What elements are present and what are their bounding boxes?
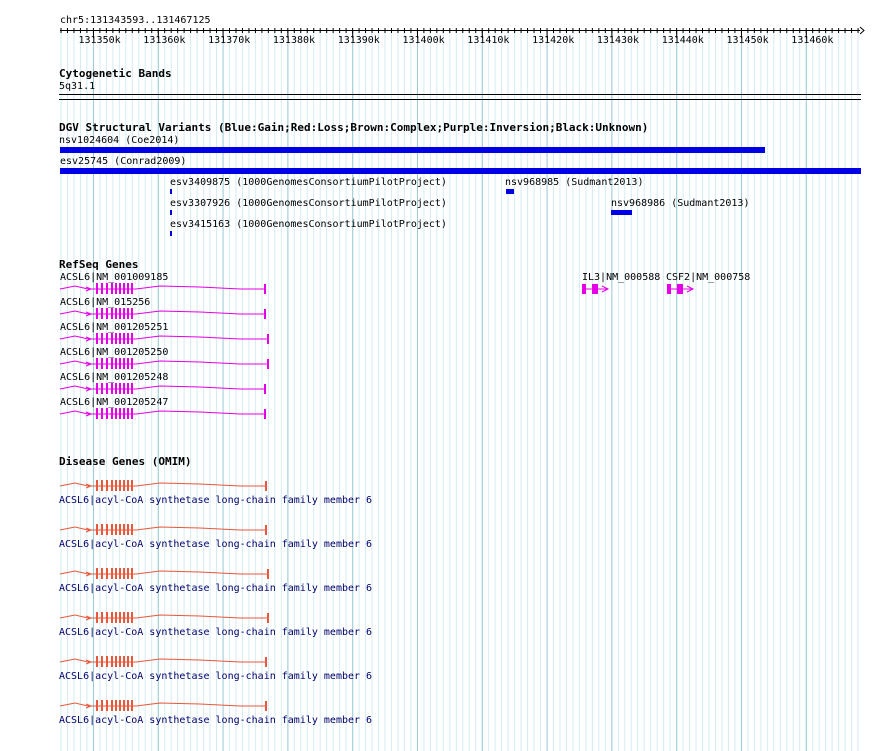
ruler-tick-label: 131390k (337, 35, 380, 46)
ruler-tick-label: 131400k (402, 35, 445, 46)
omim-label[interactable]: ACSL6|acyl-CoA synthetase long-chain fam… (59, 671, 372, 682)
variant-bar[interactable] (60, 147, 765, 153)
ruler-tick-label: 131370k (208, 35, 251, 46)
variant-label[interactable]: nsv968986 (Sudmant2013) (611, 198, 749, 209)
ruler-tick-label: 131440k (661, 35, 704, 46)
omim-label[interactable]: ACSL6|acyl-CoA synthetase long-chain fam… (59, 539, 372, 550)
variant-label[interactable]: esv3409875 (1000GenomesConsortiumPilotPr… (170, 177, 447, 188)
cytoband-ideogram-bottom (59, 99, 861, 100)
omim-label[interactable]: ACSL6|acyl-CoA synthetase long-chain fam… (59, 715, 372, 726)
ruler-tick-label: 131460k (791, 35, 834, 46)
variant-bar[interactable] (170, 231, 172, 236)
variant-label[interactable]: nsv1024604 (Coe2014) (59, 135, 179, 146)
variant-label[interactable]: esv25745 (Conrad2009) (60, 156, 186, 167)
variant-label[interactable]: esv3307926 (1000GenomesConsortiumPilotPr… (170, 198, 447, 209)
ruler-tick-label: 131410k (467, 35, 510, 46)
omim-label[interactable]: ACSL6|acyl-CoA synthetase long-chain fam… (59, 627, 372, 638)
variant-bar[interactable] (170, 210, 172, 215)
ruler-tick-label: 131430k (596, 35, 640, 46)
ruler-tick-label: 131350k (78, 35, 121, 46)
omim-track-title: Disease Genes (OMIM) (59, 455, 192, 468)
gene-label[interactable]: ACSL6|NM_001205248 (60, 372, 168, 383)
variant-bar[interactable] (60, 168, 861, 174)
ruler-tick-label: 131380k (272, 35, 316, 46)
variant-label[interactable]: nsv968985 (Sudmant2013) (505, 177, 643, 188)
ruler-tick-label: 131360k (143, 35, 186, 46)
variant-bar[interactable] (506, 189, 514, 194)
gene-label[interactable]: ACSL6|NM_001205250 (60, 347, 168, 358)
gene-label[interactable]: ACSL6|NM_001205251 (60, 322, 168, 333)
cytoband-ideogram-top (59, 94, 861, 95)
gene-label[interactable]: ACSL6|NM_015256 (60, 297, 150, 308)
omim-label[interactable]: ACSL6|acyl-CoA synthetase long-chain fam… (59, 583, 372, 594)
gene-label[interactable]: ACSL6|NM_001205247 (60, 397, 168, 408)
omim-label[interactable]: ACSL6|acyl-CoA synthetase long-chain fam… (59, 495, 372, 506)
gene-label[interactable]: IL3|NM_000588 (582, 272, 660, 283)
gene-label[interactable]: ACSL6|NM_001009185 (60, 272, 168, 283)
coordinate-range: chr5:131343593..131467125 (60, 15, 211, 26)
gene-label[interactable]: CSF2|NM_000758 (666, 272, 750, 283)
ruler-tick-label: 131420k (532, 35, 575, 46)
variant-label[interactable]: esv3415163 (1000GenomesConsortiumPilotPr… (170, 219, 447, 230)
variant-bar[interactable] (611, 210, 632, 215)
ruler-tick-label: 131450k (726, 35, 769, 46)
cytoband-track-title: Cytogenetic Bands (59, 67, 172, 80)
cytoband-label[interactable]: 5q31.1 (59, 81, 95, 92)
refseq-track-title: RefSeq Genes (59, 258, 139, 271)
variant-bar[interactable] (170, 189, 172, 194)
dgv-track-title: DGV Structural Variants (Blue:Gain;Red:L… (59, 121, 649, 134)
